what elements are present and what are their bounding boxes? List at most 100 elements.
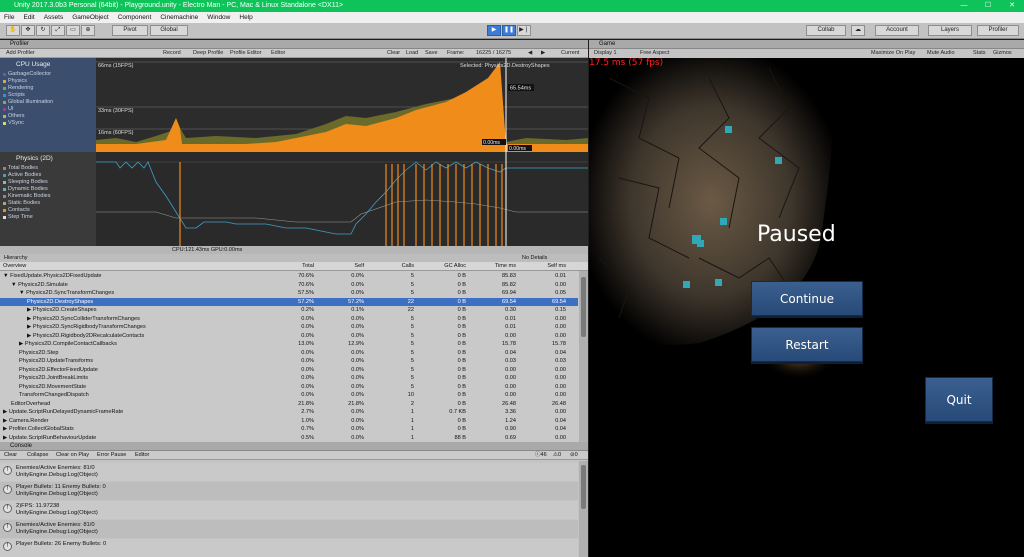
record-button[interactable]: Record: [163, 49, 181, 58]
list-item[interactable]: ! Player Bullets: 11 Enemy Bullets: 0 Unit…: [0, 482, 578, 500]
legend-item[interactable]: Others: [0, 113, 96, 120]
col-overview[interactable]: Overview: [3, 262, 26, 271]
table-row[interactable]: Physics2D.JointBreakLimits 0.0% 0.0% 5 0 B 0.…: [0, 374, 578, 383]
menu-cinemachine[interactable]: Cinemachine: [160, 12, 198, 23]
legend-item[interactable]: Dynamic Bodies: [0, 186, 96, 193]
table-row[interactable]: ▼ FixedUpdate.Physics2DFixedUpdate 70.6% 0…: [0, 272, 578, 281]
col-self-ms[interactable]: Self ms: [516, 262, 566, 271]
legend-item[interactable]: Static Bodies: [0, 200, 96, 207]
maximize-on-play-button[interactable]: Maximize On Play: [871, 49, 915, 58]
continue-button[interactable]: Continue: [751, 281, 863, 316]
menu-gameobject[interactable]: GameObject: [72, 12, 109, 23]
table-row[interactable]: Physics2D.EffectorFixedUpdate 0.0% 0.0% 5 0 …: [0, 366, 578, 375]
load-button[interactable]: Load: [406, 49, 418, 58]
gizmos-dropdown[interactable]: Gizmos: [993, 49, 1012, 58]
maximize-icon[interactable]: ☐: [976, 0, 1000, 12]
legend-item[interactable]: Scripts: [0, 92, 96, 99]
collapse-button[interactable]: Collapse: [27, 451, 48, 460]
menu-help[interactable]: Help: [239, 12, 252, 23]
table-row[interactable]: ▶ Update.ScriptRunBehaviourUpdate 0.5% 0.0…: [0, 434, 578, 443]
table-row[interactable]: Physics2D.UpdateTransforms 0.0% 0.0% 5 0 B 0.…: [0, 357, 578, 366]
error-pause-button[interactable]: Error Pause: [97, 451, 126, 460]
table-row[interactable]: ▶ Physics2D.CompileContactCallbacks 13.0%…: [0, 340, 578, 349]
info-count[interactable]: ⓘ46: [535, 451, 547, 460]
console-scrollbar[interactable]: [579, 461, 588, 557]
stats-button[interactable]: Stats: [973, 49, 986, 58]
warning-count[interactable]: ⚠0: [553, 451, 561, 460]
console-editor-dropdown[interactable]: Editor: [135, 451, 149, 460]
add-profiler-dropdown[interactable]: Add Profiler: [6, 49, 35, 58]
legend-item[interactable]: Total Bodies: [0, 165, 96, 172]
layout-dropdown[interactable]: Profiler: [977, 25, 1019, 36]
clear-on-play-button[interactable]: Clear on Play: [56, 451, 89, 460]
menu-component[interactable]: Component: [118, 12, 152, 23]
table-row[interactable]: TransformChangedDispatch 0.0% 0.0% 10 0 B 0.0…: [0, 391, 578, 400]
account-dropdown[interactable]: Account: [875, 25, 919, 36]
table-row[interactable]: ▼ Physics2D.Simulate 70.6% 0.0% 5 0 B 85.82 0.…: [0, 281, 578, 290]
step-icon[interactable]: ▶❘: [517, 25, 531, 36]
list-item[interactable]: ! Player Bullets: 26 Enemy Bullets: 0: [0, 539, 578, 557]
current-frame-button[interactable]: Current: [561, 49, 579, 58]
legend-item[interactable]: Contacts: [0, 207, 96, 214]
table-row[interactable]: Physics2D.Step 0.0% 0.0% 5 0 B 0.04 0.04: [0, 349, 578, 358]
hierarchy-scrollbar[interactable]: [579, 271, 588, 442]
restart-button[interactable]: Restart: [751, 327, 863, 362]
pause-icon[interactable]: ❚❚: [502, 25, 516, 36]
save-button[interactable]: Save: [425, 49, 438, 58]
col-gc-alloc[interactable]: GC Alloc: [414, 262, 466, 271]
cloud-icon[interactable]: ☁: [851, 25, 865, 36]
error-count[interactable]: ⊘0: [570, 451, 578, 460]
close-icon[interactable]: ✕: [1000, 0, 1024, 12]
table-row[interactable]: ▶ Physics2D.SyncColliderTransformChanges…: [0, 315, 578, 324]
editor-dropdown[interactable]: Editor: [271, 49, 285, 58]
table-row[interactable]: Physics2D.DestroyShapes 57.2% 57.2% 22 0 B 69…: [0, 297, 578, 306]
profile-editor-button[interactable]: Profile Editor: [230, 49, 262, 58]
legend-item[interactable]: GarbageCollector: [0, 71, 96, 78]
hierarchy-view-dropdown[interactable]: Hierarchy: [4, 254, 28, 262]
cpu-usage-legend[interactable]: CPU Usage GarbageCollector Physics Rende…: [0, 58, 96, 152]
table-row[interactable]: ▶ Physics2D.Rigidbody2DRecalculateContac…: [0, 332, 578, 341]
clear-button[interactable]: Clear: [387, 49, 400, 58]
aspect-dropdown[interactable]: Free Aspect: [640, 49, 669, 58]
quit-button[interactable]: Quit: [925, 377, 993, 422]
legend-item[interactable]: Physics: [0, 78, 96, 85]
minimize-icon[interactable]: —: [952, 0, 976, 12]
menu-assets[interactable]: Assets: [44, 12, 64, 23]
deep-profile-button[interactable]: Deep Profile: [193, 49, 223, 58]
move-tool-icon[interactable]: ✥: [21, 25, 35, 36]
legend-item[interactable]: Active Bodies: [0, 172, 96, 179]
transform-tool-icon[interactable]: ⊕: [81, 25, 95, 36]
legend-item[interactable]: Sleeping Bodies: [0, 179, 96, 186]
legend-item[interactable]: UI: [0, 106, 96, 113]
physics2d-legend[interactable]: Physics (2D) Total Bodies Active Bodies …: [0, 152, 96, 246]
pivot-toggle[interactable]: Pivot: [112, 25, 148, 36]
scroll-thumb[interactable]: [581, 277, 586, 337]
play-icon[interactable]: ▶: [487, 25, 501, 36]
console-clear-button[interactable]: Clear: [4, 451, 17, 460]
menu-window[interactable]: Window: [207, 12, 230, 23]
global-toggle[interactable]: Global: [150, 25, 188, 36]
collab-dropdown[interactable]: Collab: [806, 25, 846, 36]
scale-tool-icon[interactable]: ⤢: [51, 25, 65, 36]
game-tab[interactable]: Game: [589, 40, 1024, 49]
col-time-ms[interactable]: Time ms: [466, 262, 516, 271]
table-row[interactable]: ▼ Physics2D.SyncTransformChanges 57.5% 0.0…: [0, 289, 578, 298]
console-tab[interactable]: Console: [0, 442, 588, 451]
display-dropdown[interactable]: Display 1: [594, 49, 617, 58]
table-row[interactable]: ▶ Update.ScriptRunDelayedDynamicFrameRat…: [0, 408, 578, 417]
prev-frame-icon[interactable]: ◀: [528, 49, 532, 58]
legend-item[interactable]: Rendering: [0, 85, 96, 92]
table-row[interactable]: ▶ Physics2D.SyncRigidbodyTransformChange…: [0, 323, 578, 332]
layers-dropdown[interactable]: Layers: [928, 25, 972, 36]
list-item[interactable]: ! Enemies/Active Enemies: 81/0 UnityEngine…: [0, 463, 578, 481]
next-frame-icon[interactable]: ▶: [541, 49, 545, 58]
menu-file[interactable]: File: [4, 12, 14, 23]
scroll-thumb[interactable]: [581, 465, 586, 509]
rotate-tool-icon[interactable]: ↻: [36, 25, 50, 36]
list-item[interactable]: ! Enemies/Active Enemies: 81/0 UnityEngine…: [0, 520, 578, 538]
cpu-usage-chart[interactable]: 66ms (15FPS) 33ms (30FPS) 16ms (60FPS) S…: [96, 58, 588, 152]
game-viewport[interactable]: 17.5 ms (57 fps) Paused Continue Restart…: [589, 58, 1024, 557]
profiler-tab[interactable]: Profiler: [0, 40, 588, 49]
rect-tool-icon[interactable]: ▭: [66, 25, 80, 36]
list-item[interactable]: ! 2)FPS: 11.97238 UnityEngine.Debug:Log(Ob…: [0, 501, 578, 519]
